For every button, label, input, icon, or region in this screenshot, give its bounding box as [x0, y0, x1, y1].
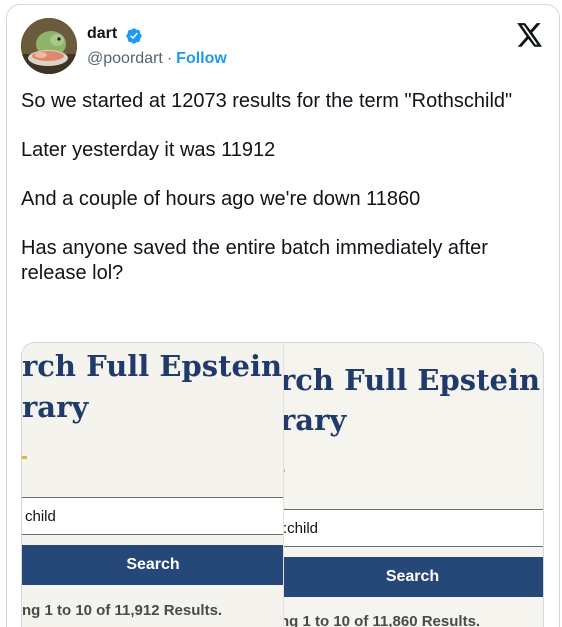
tweet-paragraph: So we started at 12073 results for the t…	[21, 90, 513, 112]
screenshot-search-button: Search	[22, 545, 283, 585]
screenshot-results-text: ng 1 to 10 of 11,860 Results.	[280, 613, 481, 627]
handle-row: @poordart · Follow	[87, 50, 227, 68]
tweet-text: So we started at 12073 results for the t…	[21, 89, 551, 285]
x-logo-icon[interactable]	[517, 23, 543, 47]
author-handle[interactable]: @poordart	[87, 50, 163, 67]
screenshot-results-text: ng 1 to 10 of 11,912 Results.	[22, 602, 223, 619]
accent-dot	[22, 456, 27, 459]
screenshot-second: rch Full Epstein rary :child Search ng 1…	[280, 343, 543, 627]
screenshot-first: rch Full Epstein rary child Search ng 1 …	[22, 343, 284, 627]
tweet-media[interactable]: rch Full Epstein rary :child Search ng 1…	[21, 342, 544, 627]
follow-button[interactable]: Follow	[176, 50, 227, 67]
tweet-card: dart @poordart · Follow So we started at 1…	[6, 4, 560, 627]
avatar[interactable]	[21, 18, 77, 74]
tweet-paragraph: Later yesterday it was 11912	[21, 139, 276, 161]
screenshot-title-line2: rary	[22, 390, 89, 424]
tweet-paragraph: And a couple of hours ago we're down 118…	[21, 188, 421, 210]
separator: ·	[166, 50, 173, 67]
screenshot-search-button: Search	[280, 557, 543, 597]
verified-badge-icon	[126, 28, 142, 44]
tweet-paragraph: Has anyone saved the entire batch immedi…	[21, 237, 488, 284]
screenshot-title-line1: rch Full Epstein	[280, 363, 541, 397]
screenshot-search-field: child	[22, 497, 283, 535]
screenshot-title-line2: rary	[280, 403, 347, 437]
screenshot-search-field: :child	[280, 509, 543, 547]
screenshot-title-line1: rch Full Epstein	[22, 349, 283, 383]
author-name[interactable]: dart	[87, 25, 117, 43]
